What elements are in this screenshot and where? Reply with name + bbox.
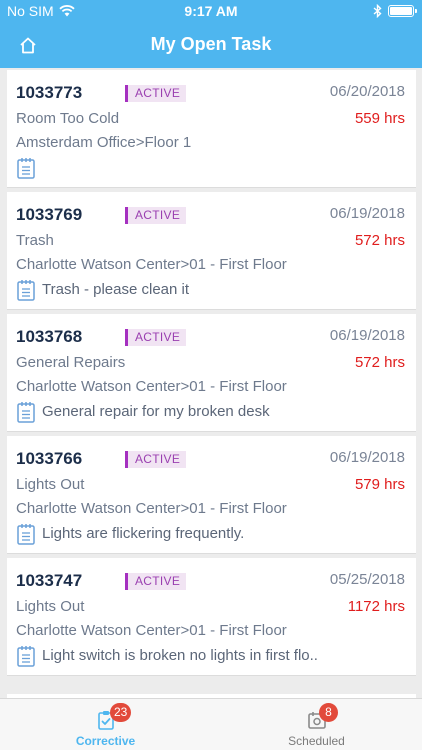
status-badge: ACTIVE (125, 207, 187, 224)
task-title: Room Too Cold (16, 110, 120, 127)
task-title: General Repairs (16, 354, 126, 371)
notepad-icon (17, 402, 35, 423)
task-date: 06/19/2018 (329, 205, 405, 222)
tab-scheduled[interactable]: 8 Scheduled (211, 699, 422, 750)
status-badge: ACTIVE (125, 451, 187, 468)
task-date: 05/25/2018 (329, 571, 405, 588)
task-id: 1033773 (16, 83, 83, 102)
task-id: 1033769 (16, 205, 83, 224)
status-badge: ACTIVE (125, 573, 187, 590)
task-id: 1033747 (16, 571, 83, 590)
notepad-icon (17, 524, 35, 545)
status-bar: No SIM 9:17 AM (0, 0, 422, 22)
task-location: Amsterdam Office>Floor 1 (16, 134, 192, 151)
status-right (373, 4, 417, 18)
task-date: 06/19/2018 (329, 327, 405, 344)
tab-corrective-label: Corrective (75, 734, 136, 748)
bluetooth-icon (373, 4, 382, 18)
task-note: Lights are flickering frequently. (42, 525, 245, 542)
task-location: Charlotte Watson Center>01 - First Floor (16, 622, 287, 639)
status-badge: ACTIVE (125, 85, 187, 102)
task-card[interactable]: 1033769 ACTIVE 06/19/2018 Trash 572 hrs … (7, 192, 416, 310)
task-card[interactable]: 1033768 ACTIVE 06/19/2018 General Repair… (7, 314, 416, 432)
task-location: Charlotte Watson Center>01 - First Floor (16, 256, 287, 273)
app-header: No SIM 9:17 AM My Open Task (0, 0, 422, 68)
tab-corrective[interactable]: 23 Corrective (0, 699, 211, 750)
scheduled-count-badge: 8 (319, 703, 338, 722)
task-note: General repair for my broken desk (42, 403, 270, 420)
corrective-count-badge: 23 (110, 703, 132, 722)
task-location: Charlotte Watson Center>01 - First Floor (16, 500, 287, 517)
task-title: Lights Out (16, 598, 85, 615)
task-date: 06/20/2018 (329, 83, 405, 100)
task-hours: 579 hrs (354, 476, 405, 493)
task-title: Trash (16, 232, 54, 249)
task-card[interactable]: 1033773 ACTIVE 06/20/2018 Room Too Cold … (7, 70, 416, 188)
task-hours: 1172 hrs (347, 598, 405, 615)
tab-bar: 23 Corrective 8 Scheduled (0, 698, 422, 750)
task-id: 1033766 (16, 449, 83, 468)
task-card[interactable]: 1033747 ACTIVE 05/25/2018 Lights Out 117… (7, 558, 416, 676)
nav-bar: My Open Task (0, 22, 422, 68)
task-hours: 559 hrs (354, 110, 405, 127)
task-id: 1033768 (16, 327, 83, 346)
task-title: Lights Out (16, 476, 85, 493)
task-list[interactable]: 1033773 ACTIVE 06/20/2018 Room Too Cold … (0, 68, 422, 698)
clock: 9:17 AM (184, 3, 238, 19)
task-note: Light switch is broken no lights in firs… (42, 647, 318, 664)
task-hours: 572 hrs (354, 354, 405, 371)
task-date: 06/19/2018 (329, 449, 405, 466)
task-location: Charlotte Watson Center>01 - First Floor (16, 378, 287, 395)
tab-scheduled-label: Scheduled (288, 734, 345, 748)
task-card[interactable]: 1033766 ACTIVE 06/19/2018 Lights Out 579… (7, 436, 416, 554)
notepad-icon (17, 158, 35, 179)
notepad-icon (17, 646, 35, 667)
battery-icon (388, 5, 417, 17)
status-badge: ACTIVE (125, 329, 187, 346)
task-hours: 572 hrs (354, 232, 405, 249)
notepad-icon (17, 280, 35, 301)
task-note: Trash - please clean it (42, 281, 190, 298)
page-title: My Open Task (150, 34, 272, 54)
